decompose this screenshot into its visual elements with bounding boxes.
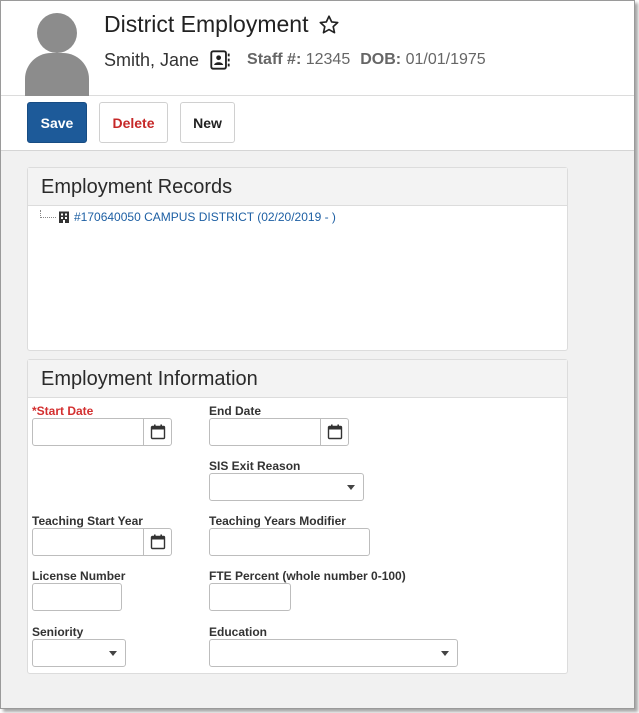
seniority-select[interactable]: [32, 639, 126, 667]
staff-number-label: Staff #:: [247, 51, 302, 68]
fte-percent-label: FTE Percent (whole number 0-100): [209, 569, 406, 583]
license-number-input[interactable]: [32, 583, 122, 611]
employment-records-title: Employment Records: [28, 168, 567, 206]
title-row: District Employment: [104, 11, 340, 38]
record-link[interactable]: #170640050 CAMPUS DISTRICT (02/20/2019 -…: [74, 210, 336, 224]
chevron-down-icon: [109, 651, 117, 656]
calendar-icon: [150, 424, 165, 440]
end-date-calendar-button[interactable]: [320, 418, 349, 446]
teaching-start-year-calendar-button[interactable]: [143, 528, 172, 556]
teaching-start-year-field: Teaching Start Year: [32, 514, 172, 556]
person-silhouette-icon: [23, 13, 91, 96]
end-date-label: End Date: [209, 404, 262, 418]
delete-button[interactable]: Delete: [99, 102, 168, 143]
start-date-input[interactable]: [32, 418, 144, 446]
staff-number: Staff #: 12345: [247, 51, 350, 69]
record-tree-item[interactable]: #170640050 CAMPUS DISTRICT (02/20/2019 -…: [40, 210, 336, 224]
employment-records-panel: Employment Records #170640050 CAMPUS DIS…: [27, 167, 568, 351]
teaching-start-year-label: Teaching Start Year: [32, 514, 143, 528]
building-icon: [59, 211, 69, 223]
calendar-icon: [150, 534, 165, 550]
teaching-years-modifier-label: Teaching Years Modifier: [209, 514, 346, 528]
start-date-label: *Start Date: [32, 404, 94, 418]
tree-connector: [40, 210, 56, 218]
start-date-field: *Start Date: [32, 404, 172, 446]
star-outline-icon[interactable]: [318, 14, 340, 36]
page-header: District Employment Smith, Jane Staff #:…: [1, 1, 634, 96]
new-button[interactable]: New: [180, 102, 235, 143]
dob-value: 01/01/1975: [405, 51, 486, 68]
district-employment-window: District Employment Smith, Jane Staff #:…: [0, 0, 635, 709]
person-info-row: Smith, Jane Staff #: 12345 DOB: 01/01/19…: [104, 49, 486, 71]
end-date-field: End Date: [209, 404, 349, 446]
dob-label: DOB:: [360, 51, 402, 68]
teaching-start-year-input[interactable]: [32, 528, 144, 556]
chevron-down-icon: [347, 485, 355, 490]
license-number-label: License Number: [32, 569, 126, 583]
save-button[interactable]: Save: [27, 102, 87, 143]
seniority-field: Seniority: [32, 625, 126, 667]
education-select[interactable]: [209, 639, 458, 667]
employment-information-title: Employment Information: [28, 360, 567, 398]
fte-percent-input[interactable]: [209, 583, 291, 611]
start-date-calendar-button[interactable]: [143, 418, 172, 446]
teaching-years-modifier-field: Teaching Years Modifier: [209, 514, 370, 556]
contact-card-icon[interactable]: [209, 49, 231, 71]
end-date-input[interactable]: [209, 418, 321, 446]
employment-information-panel: Employment Information *Start Date End D…: [27, 359, 568, 674]
seniority-label: Seniority: [32, 625, 84, 639]
sis-exit-reason-select[interactable]: [209, 473, 364, 501]
sis-exit-reason-label: SIS Exit Reason: [209, 459, 301, 473]
education-label: Education: [209, 625, 268, 639]
calendar-icon: [327, 424, 342, 440]
sis-exit-reason-field: SIS Exit Reason: [209, 459, 364, 501]
fte-percent-field: FTE Percent (whole number 0-100): [209, 569, 406, 611]
staff-number-value: 12345: [305, 51, 351, 68]
action-toolbar: Save Delete New: [1, 96, 634, 151]
date-of-birth: DOB: 01/01/1975: [360, 51, 485, 69]
chevron-down-icon: [441, 651, 449, 656]
education-field: Education: [209, 625, 458, 667]
page-title: District Employment: [104, 11, 309, 37]
teaching-years-modifier-input[interactable]: [209, 528, 370, 556]
license-number-field: License Number: [32, 569, 126, 611]
person-name: Smith, Jane: [104, 49, 200, 70]
